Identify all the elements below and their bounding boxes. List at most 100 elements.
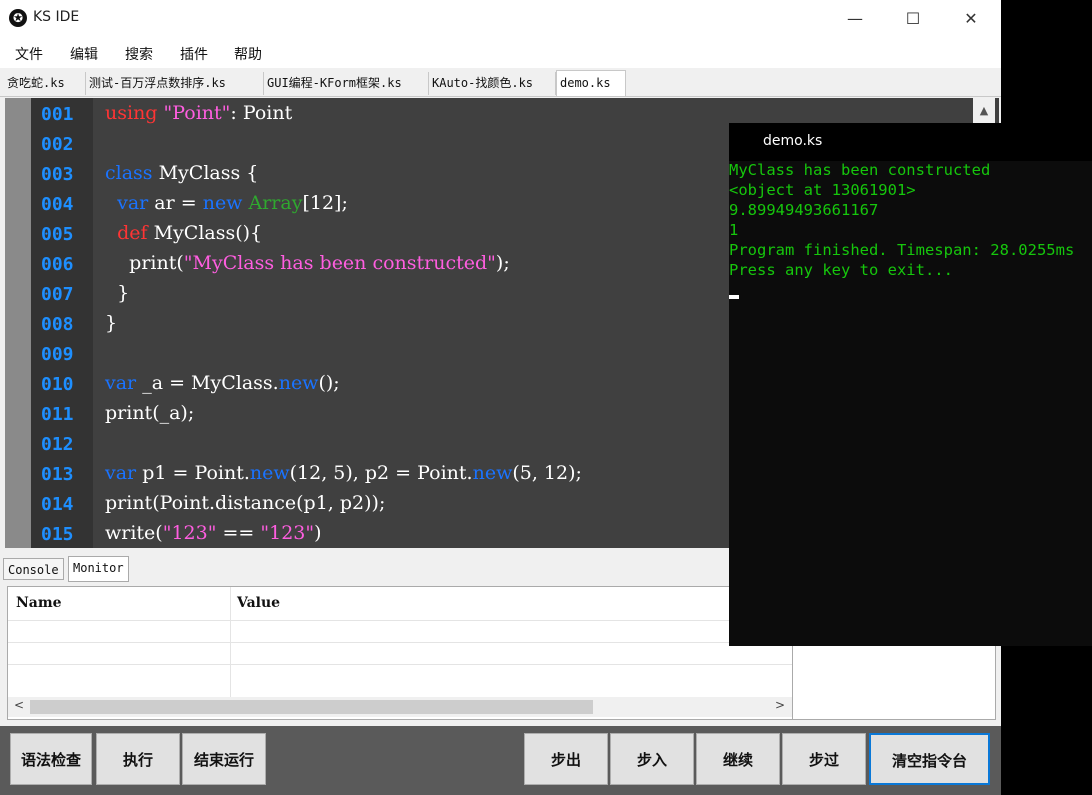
file-tab-bar: 贪吃蛇.ks 测试-百万浮点数排序.ks GUI编程-KForm框架.ks KA… <box>0 70 1001 97</box>
code-token: class <box>105 162 153 184</box>
tab-kauto-color[interactable]: KAuto-找颜色.ks <box>429 72 556 95</box>
scrollbar-thumb[interactable] <box>30 700 593 714</box>
menu-search[interactable]: 搜索 <box>125 44 153 64</box>
console-line: Program finished. Timespan: 28.0255ms <box>729 241 1075 259</box>
code-token: new <box>472 462 513 484</box>
menu-file[interactable]: 文件 <box>15 44 43 64</box>
app-logo-icon: ✪ <box>9 9 27 27</box>
code-token: new <box>249 462 290 484</box>
minimize-button[interactable]: — <box>841 6 869 32</box>
maximize-button[interactable]: ☐ <box>899 6 927 32</box>
continue-button[interactable]: 继续 <box>696 733 780 785</box>
console-line: 9.89949493661167 <box>729 201 879 219</box>
app-title: KS IDE <box>33 9 80 25</box>
line-number: 013 <box>41 464 74 485</box>
syntax-check-button[interactable]: 语法检查 <box>10 733 92 785</box>
row-divider <box>8 620 793 621</box>
code-token: ar = <box>148 192 203 214</box>
line-number: 009 <box>41 344 74 365</box>
tab-float-sort[interactable]: 测试-百万浮点数排序.ks <box>86 72 264 95</box>
tab-monitor[interactable]: Monitor <box>68 556 129 582</box>
line-number: 014 <box>41 494 74 515</box>
code-line[interactable]: write("123" == "123") <box>105 522 322 544</box>
line-number: 010 <box>41 374 74 395</box>
line-number: 008 <box>41 314 74 335</box>
step-over-button[interactable]: 步过 <box>782 733 866 785</box>
scroll-up-arrow-icon[interactable]: ▲ <box>973 102 995 120</box>
scroll-left-arrow-icon[interactable]: < <box>14 698 24 712</box>
code-token: def <box>117 222 148 244</box>
code-token: Array <box>248 192 303 214</box>
row-divider <box>8 664 793 665</box>
code-token: var <box>117 192 149 214</box>
menu-help[interactable]: 帮助 <box>234 44 262 64</box>
tab-gui-kform[interactable]: GUI编程-KForm框架.ks <box>264 72 429 95</box>
line-number: 005 <box>41 224 74 245</box>
code-line[interactable]: using "Point": Point <box>105 102 292 124</box>
code-token: "123" <box>260 522 315 544</box>
code-token: print(_a); <box>105 402 195 424</box>
code-token: (); <box>318 372 340 394</box>
code-line[interactable]: var _a = MyClass.new(); <box>105 372 340 394</box>
tab-console[interactable]: Console <box>3 558 64 580</box>
console-title: demo.ks <box>763 133 823 149</box>
tab-demo[interactable]: demo.ks <box>556 70 626 96</box>
code-line[interactable]: var ar = new Array[12]; <box>105 192 348 214</box>
code-line[interactable]: var p1 = Point.new(12, 5), p2 = Point.ne… <box>105 462 582 484</box>
code-line[interactable]: print("MyClass has been constructed"); <box>105 252 510 274</box>
line-number: 015 <box>41 524 74 545</box>
code-token: _a = MyClass. <box>136 372 279 394</box>
code-token: (12, 5), p2 = Point. <box>289 462 473 484</box>
code-token: MyClass { <box>152 162 259 184</box>
stop-button[interactable]: 结束运行 <box>182 733 266 785</box>
row-divider <box>8 642 793 643</box>
monitor-horizontal-scrollbar[interactable]: < > <box>8 697 793 717</box>
code-line[interactable]: print(_a); <box>105 402 194 424</box>
console-title-bar: demo.ks <box>729 123 1092 161</box>
code-token: var <box>105 462 137 484</box>
close-button[interactable]: ✕ <box>957 6 985 32</box>
code-line[interactable]: print(Point.distance(p1, p2)); <box>105 492 385 514</box>
step-in-button[interactable]: 步入 <box>610 733 694 785</box>
console-line: Press any key to exit... <box>729 261 953 279</box>
code-token: } <box>105 312 118 334</box>
line-number: 004 <box>41 194 74 215</box>
console-cursor <box>729 295 739 299</box>
code-line[interactable]: def MyClass(){ <box>105 222 262 244</box>
line-number: 012 <box>41 434 74 455</box>
scroll-right-arrow-icon[interactable]: > <box>775 698 785 712</box>
menu-plugins[interactable]: 插件 <box>180 44 208 64</box>
code-token: ); <box>495 252 510 274</box>
code-token: [12]; <box>302 192 348 214</box>
code-line[interactable]: } <box>105 282 129 304</box>
menu-bar: 文件 编辑 搜索 插件 帮助 <box>0 38 1001 68</box>
line-number: 002 <box>41 134 74 155</box>
console-line: MyClass has been constructed <box>729 161 991 179</box>
run-button[interactable]: 执行 <box>96 733 180 785</box>
code-token: (5, 12); <box>512 462 582 484</box>
console-line: <object at 13061901> <box>729 181 916 199</box>
code-token: } <box>105 282 130 304</box>
menu-edit[interactable]: 编辑 <box>70 44 98 64</box>
line-number: 007 <box>41 284 74 305</box>
clear-console-button[interactable]: 清空指令台 <box>869 733 990 785</box>
line-number: 006 <box>41 254 74 275</box>
code-token: "MyClass has been constructed" <box>183 252 496 274</box>
code-token: new <box>202 192 243 214</box>
code-token: p1 = Point. <box>136 462 250 484</box>
monitor-column-value: Value <box>237 595 281 611</box>
editor-margin <box>5 98 31 548</box>
code-token: write( <box>105 522 163 544</box>
monitor-panel: Name Value < > <box>7 586 794 720</box>
code-token: print(Point.distance(p1, p2)); <box>105 492 386 514</box>
code-line[interactable]: class MyClass { <box>105 162 258 184</box>
console-window[interactable]: demo.ks MyClass has been constructed <ob… <box>729 123 1092 646</box>
code-token: new <box>278 372 319 394</box>
code-token: MyClass(){ <box>147 222 263 244</box>
step-out-button[interactable]: 步出 <box>524 733 608 785</box>
code-line[interactable]: } <box>105 312 117 334</box>
code-token: ) <box>314 522 322 544</box>
tab-snake[interactable]: 贪吃蛇.ks <box>4 72 86 95</box>
